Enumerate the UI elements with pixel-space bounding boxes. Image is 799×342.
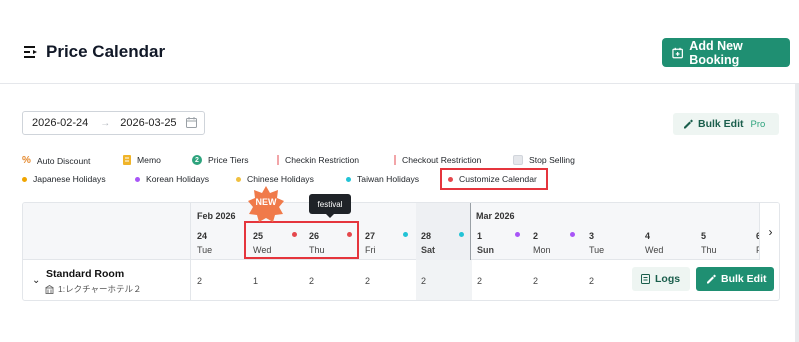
- price-cell[interactable]: 2: [365, 276, 370, 286]
- price-cell[interactable]: 2: [477, 276, 482, 286]
- bulk-edit-label: Bulk Edit: [698, 118, 744, 130]
- taiwan-holiday-dot: [459, 232, 464, 237]
- price-cell[interactable]: 2: [533, 276, 538, 286]
- price-cell[interactable]: 1: [253, 276, 258, 286]
- checkout-bar-icon: [394, 155, 396, 165]
- logs-label: Logs: [655, 273, 681, 285]
- price-cell[interactable]: 2: [309, 276, 314, 286]
- room-name: Standard Room: [46, 268, 125, 280]
- new-badge: NEW: [255, 197, 277, 207]
- dot-icon: [236, 176, 241, 182]
- date-to[interactable]: 2026-03-25: [120, 117, 176, 129]
- range-arrow-icon: →: [100, 117, 111, 129]
- day-number: 4: [645, 231, 651, 241]
- checkin-bar-icon: [277, 155, 279, 165]
- legend-label: Checkout Restriction: [402, 155, 482, 165]
- new-feature-highlight: [244, 221, 359, 259]
- price-tier-icon: 2: [192, 155, 202, 165]
- korean-holiday-dot: [570, 232, 575, 237]
- legend-label: Price Tiers: [208, 155, 249, 165]
- bulk-edit-label: Bulk Edit: [721, 273, 767, 285]
- edit-icon: [684, 119, 693, 129]
- stop-selling-icon: [513, 155, 523, 165]
- legend-japanese-holidays: Japanese Holidays: [22, 174, 106, 184]
- add-new-booking-button[interactable]: Add New Booking: [662, 38, 790, 67]
- korean-holiday-dot: [515, 232, 520, 237]
- chevron-right-icon: ›: [768, 224, 773, 239]
- month-divider: [470, 203, 471, 260]
- legend-label: Stop Selling: [529, 155, 575, 165]
- day-weekday: Thu: [701, 245, 717, 255]
- chevron-down-icon[interactable]: ⌄: [32, 275, 40, 286]
- day-number: 27: [365, 231, 376, 241]
- calendar-header: [23, 203, 779, 260]
- legend-label: Checkin Restriction: [285, 155, 360, 165]
- month-label: Feb 2026: [197, 211, 236, 221]
- day-number: 5: [701, 231, 707, 241]
- dot-icon: [22, 176, 27, 182]
- next-dates-button[interactable]: ›: [759, 203, 779, 260]
- dot-icon: [135, 176, 140, 182]
- festival-tooltip: festival: [309, 194, 351, 218]
- day-weekday: Mon: [533, 245, 551, 255]
- day-weekday: Tue: [197, 245, 213, 255]
- legend-stop-selling: Stop Selling: [513, 155, 575, 165]
- add-new-booking-label: Add New Booking: [689, 38, 743, 67]
- percent-icon: %: [22, 155, 31, 166]
- day-number: 3: [589, 231, 595, 241]
- memo-icon: [123, 155, 131, 165]
- legend-taiwan-holidays: Taiwan Holidays: [346, 174, 419, 184]
- day-weekday: Tue: [589, 245, 605, 255]
- price-cell[interactable]: 2: [197, 276, 202, 286]
- day-number: 28: [421, 231, 432, 241]
- room-property: 1:レクチャーホテル２: [58, 284, 142, 294]
- legend-checkin-restriction: Checkin Restriction: [277, 155, 359, 165]
- page-title: Price Calendar: [46, 42, 166, 61]
- room-bulk-edit-button[interactable]: Bulk Edit: [696, 267, 774, 291]
- legend-label: Auto Discount: [36, 155, 91, 166]
- legend-memo: Memo: [123, 155, 161, 165]
- logs-button[interactable]: Logs: [632, 267, 690, 291]
- column-divider: [190, 203, 191, 300]
- day-weekday: Sun: [477, 245, 494, 255]
- row-divider: [23, 300, 780, 301]
- customize-calendar-highlight: [440, 168, 548, 190]
- legend-korean-holidays: Korean Holidays: [135, 174, 209, 184]
- building-icon: [45, 284, 54, 294]
- date-range-picker[interactable]: 2026-02-24 → 2026-03-25: [22, 111, 205, 135]
- legend-label: Memo: [137, 155, 161, 165]
- bulk-edit-pro-button[interactable]: Bulk Edit Pro: [673, 113, 779, 135]
- legend-label: Chinese Holidays: [247, 174, 314, 184]
- dot-icon: [346, 176, 351, 182]
- day-number: 1: [477, 231, 483, 241]
- date-from[interactable]: 2026-02-24: [32, 117, 88, 129]
- day-number: 24: [197, 231, 208, 241]
- scrollbar[interactable]: [795, 84, 799, 342]
- document-icon: [641, 274, 650, 284]
- day-weekday: Sat: [421, 245, 436, 255]
- day-weekday: Wed: [645, 245, 664, 255]
- price-cell[interactable]: 2: [589, 276, 594, 286]
- taiwan-holiday-dot: [403, 232, 408, 237]
- price-cell[interactable]: 2: [421, 276, 426, 286]
- page-header: Price Calendar Add New Booking: [0, 0, 799, 84]
- tooltip-text: festival: [317, 199, 343, 209]
- pro-badge: Pro: [750, 118, 766, 130]
- calendar-plus-icon: [672, 47, 683, 58]
- day-weekday: Fri: [365, 245, 376, 255]
- edit-icon: [707, 274, 716, 284]
- legend-checkout-restriction: Checkout Restriction: [394, 155, 481, 165]
- legend-price-tiers: 2 Price Tiers: [192, 155, 249, 165]
- room-subtitle: 1:レクチャーホテル２: [45, 283, 142, 295]
- legend-label: Japanese Holidays: [33, 174, 106, 184]
- legend-chinese-holidays: Chinese Holidays: [236, 174, 314, 184]
- legend-label: Taiwan Holidays: [357, 174, 420, 184]
- calendar-icon: [186, 117, 197, 128]
- month-label: Mar 2026: [476, 211, 515, 221]
- menu-fold-icon[interactable]: [24, 46, 38, 58]
- price-calendar-grid: Feb 2026 Mar 2026 24 Tue 25 Wed 26 Thu 2…: [22, 202, 780, 301]
- day-number: 2: [533, 231, 539, 241]
- legend-label: Korean Holidays: [146, 174, 210, 184]
- legend-auto-discount: % Auto Discount: [22, 155, 90, 166]
